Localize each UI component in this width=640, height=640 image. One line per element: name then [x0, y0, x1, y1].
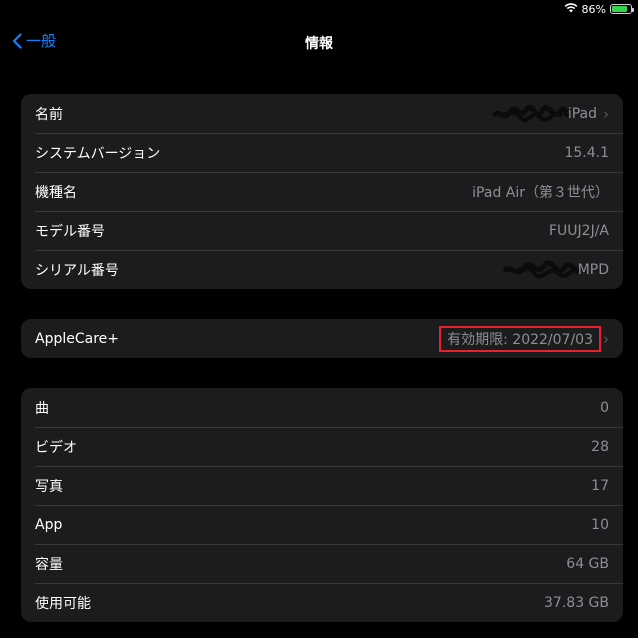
row-apps: App 10 [21, 505, 623, 544]
videos-value: 28 [591, 438, 609, 455]
chevron-right-icon: › [603, 329, 609, 348]
photos-value: 17 [591, 477, 609, 494]
row-capacity: 容量 64 GB [21, 544, 623, 583]
row-system-version: システムバージョン 15.4.1 [21, 133, 623, 172]
model-name-value: iPad Air（第３世代） [472, 184, 609, 201]
applecare-group: AppleCare+ 有効期限: 2022/07/03 › [21, 319, 623, 358]
row-label: モデル番号 [35, 223, 105, 240]
page-title: 情報 [305, 36, 333, 52]
battery-icon [610, 4, 634, 14]
row-serial-number: シリアル番号 MPD [21, 250, 623, 289]
row-songs: 曲 0 [21, 388, 623, 427]
row-label: システムバージョン [35, 145, 161, 162]
device-info-group: 名前 iPad › システムバージョン 15.4.1 機種名 iPad Air（… [21, 94, 623, 289]
row-available: 使用可能 37.83 GB [21, 583, 623, 622]
row-label: シリアル番号 [35, 262, 119, 279]
battery-percent: 86% [581, 2, 606, 16]
status-bar: 86% [564, 2, 634, 16]
usage-group: 曲 0 ビデオ 28 写真 17 App 10 容量 64 GB 使用可能 37… [21, 388, 623, 622]
songs-value: 0 [600, 399, 609, 416]
row-name[interactable]: 名前 iPad › [21, 94, 623, 133]
row-label: 使用可能 [35, 595, 91, 612]
wifi-icon [564, 2, 578, 16]
row-model-name: 機種名 iPad Air（第３世代） [21, 172, 623, 211]
apps-value: 10 [591, 516, 609, 533]
row-label: 写真 [35, 478, 63, 495]
redacted-scribble [501, 260, 582, 278]
row-photos: 写真 17 [21, 466, 623, 505]
row-label: App [35, 516, 63, 533]
row-label: ビデオ [35, 439, 77, 456]
row-label: 容量 [35, 556, 63, 573]
model-number-value: FUUJ2J/A [548, 222, 609, 239]
row-label: 機種名 [35, 184, 77, 201]
row-label: AppleCare+ [35, 330, 119, 347]
row-videos: ビデオ 28 [21, 427, 623, 466]
device-name-value: iPad [567, 105, 597, 122]
settings-screen: 86% 一般 情報 名前 iPad › システムバージョン 15.4.1 機種名… [0, 0, 640, 640]
available-value: 37.83 GB [544, 594, 609, 611]
battery-fill [612, 6, 628, 12]
capacity-value: 64 GB [566, 555, 609, 572]
redacted-scribble [491, 104, 570, 122]
row-applecare[interactable]: AppleCare+ 有効期限: 2022/07/03 › [21, 319, 623, 358]
row-label: 曲 [35, 400, 49, 417]
applecare-expiry-value: 有効期限: 2022/07/03 [439, 325, 601, 352]
system-version-value: 15.4.1 [564, 144, 609, 161]
chevron-right-icon: › [603, 104, 609, 123]
serial-number-value: MPD [577, 261, 609, 278]
row-label: 名前 [35, 106, 63, 123]
row-model-number: モデル番号 FUUJ2J/A [21, 211, 623, 250]
